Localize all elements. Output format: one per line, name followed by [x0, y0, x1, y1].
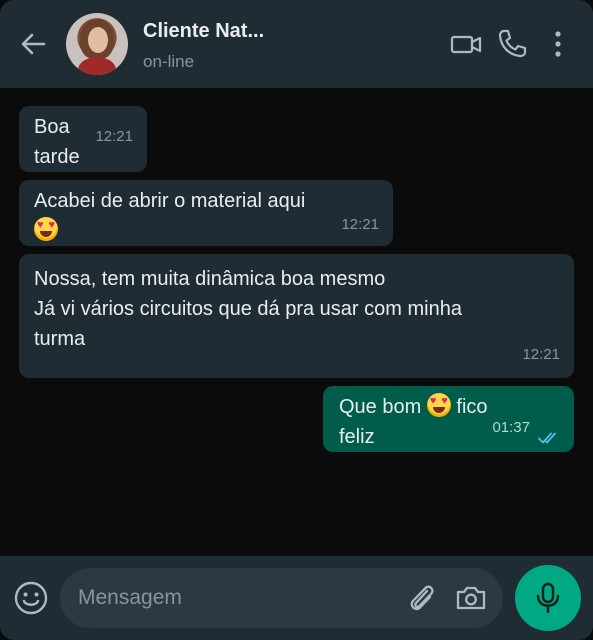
- camera-icon[interactable]: [454, 582, 488, 614]
- message-bubble[interactable]: Nossa, tem muita dinâmica boa mesmo Já v…: [19, 254, 574, 378]
- message-text: turma: [34, 328, 86, 350]
- heart-eyes-emoji-icon: [34, 217, 58, 241]
- chat-window: Cliente Nat... on-line Boa tarde 12:21 A…: [0, 0, 593, 640]
- message-text: Nossa, tem muita dinâmica boa mesmo: [34, 268, 386, 290]
- emoji-icon[interactable]: [13, 580, 49, 616]
- message-time: 12:21: [341, 216, 379, 233]
- more-vert-icon[interactable]: [545, 27, 571, 61]
- message-time: 12:21: [522, 346, 560, 363]
- contact-status: on-line: [143, 52, 195, 71]
- message-time: 01:37: [492, 419, 530, 436]
- message-text: Acabei de abrir o material aqui: [34, 190, 306, 212]
- back-arrow-icon[interactable]: [18, 29, 48, 59]
- message-bubble[interactable]: Boa tarde 12:21: [19, 106, 147, 172]
- message-text: Já vi vários circuitos que dá pra usar c…: [34, 298, 462, 320]
- read-ticks-icon: [538, 424, 560, 444]
- avatar[interactable]: [66, 13, 128, 75]
- composer-bar: [0, 556, 593, 640]
- message-text: fico: [456, 396, 488, 418]
- message-bubble[interactable]: Que bom fico feliz 01:37: [323, 386, 574, 452]
- message-bubble[interactable]: Acabei de abrir o material aqui 12:21: [19, 180, 393, 246]
- message-input-box[interactable]: [60, 568, 503, 628]
- chat-header: Cliente Nat... on-line: [0, 0, 593, 88]
- message-list[interactable]: Boa tarde 12:21 Acabei de abrir o materi…: [0, 88, 593, 556]
- message-text: Que bom: [339, 396, 422, 418]
- phone-icon[interactable]: [495, 27, 529, 61]
- mic-icon[interactable]: [515, 565, 581, 631]
- attach-icon[interactable]: [405, 582, 437, 614]
- message-input[interactable]: [78, 568, 398, 628]
- message-time: 12:21: [95, 128, 133, 145]
- video-call-icon[interactable]: [449, 27, 483, 61]
- heart-eyes-emoji-icon: [426, 393, 451, 417]
- contact-name[interactable]: Cliente Nat...: [143, 20, 264, 43]
